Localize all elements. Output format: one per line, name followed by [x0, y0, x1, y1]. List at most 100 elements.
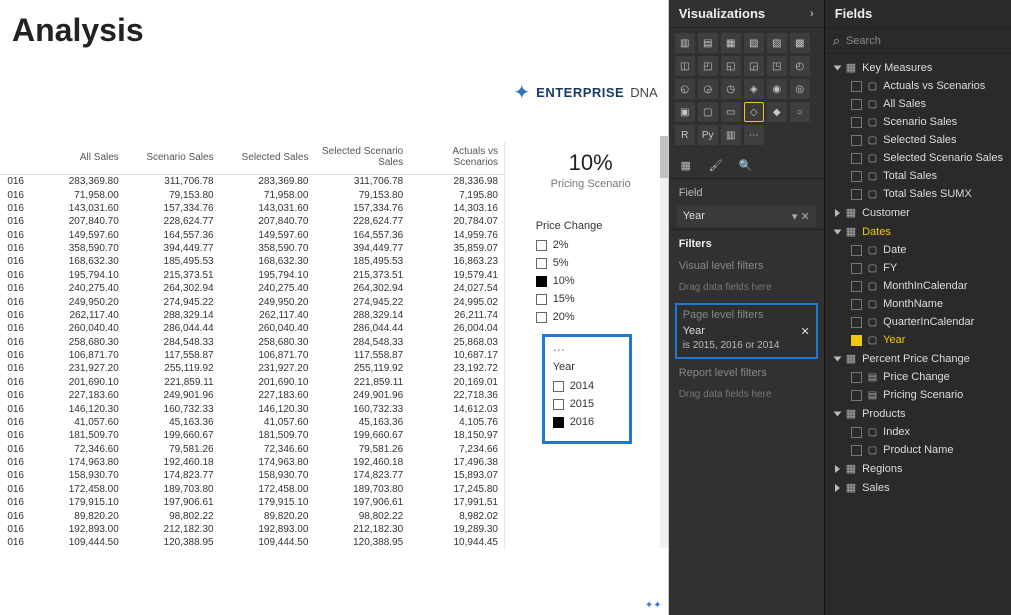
- table-row[interactable]: 016174,963.80192,460.18174,963.80192,460…: [0, 456, 504, 469]
- year-slicer[interactable]: Year 201420152016: [542, 334, 632, 444]
- expand-icon[interactable]: [835, 484, 840, 492]
- column-header[interactable]: Actuals vs Scenarios: [409, 142, 504, 175]
- expand-icon[interactable]: [835, 465, 840, 473]
- table-row[interactable]: 016146,120.30160,732.33146,120.30160,732…: [0, 402, 504, 415]
- price-change-slicer[interactable]: Price Change 2%5%10%15%20%: [536, 220, 646, 326]
- viz-type-icon[interactable]: R: [675, 125, 695, 145]
- field-node[interactable]: Date: [825, 241, 1011, 259]
- viz-type-icon[interactable]: ◈: [744, 79, 764, 99]
- price-option[interactable]: 5%: [536, 254, 646, 272]
- scrollbar[interactable]: [660, 136, 668, 548]
- table-row[interactable]: 016192,893.00212,182.30192,893.00212,182…: [0, 523, 504, 536]
- field-node[interactable]: MonthInCalendar: [825, 277, 1011, 295]
- column-header[interactable]: Selected Scenario Sales: [314, 142, 409, 175]
- viz-type-icon[interactable]: ◆: [767, 102, 787, 122]
- viz-type-icon[interactable]: ▥: [721, 125, 741, 145]
- field-node[interactable]: All Sales: [825, 95, 1011, 113]
- table-row[interactable]: 016168,632.30185,495.53168,632.30185,495…: [0, 255, 504, 268]
- table-row[interactable]: 016227,183.60249,901.96227,183.60249,901…: [0, 389, 504, 402]
- price-option[interactable]: 2%: [536, 236, 646, 254]
- field-checkbox[interactable]: [851, 427, 862, 438]
- viz-type-icon[interactable]: ◲: [744, 56, 764, 76]
- table-row[interactable]: 016249,950.20274,945.22249,950.20274,945…: [0, 295, 504, 308]
- field-node[interactable]: Selected Scenario Sales: [825, 149, 1011, 167]
- table-row[interactable]: 016143,031.60157,334.76143,031.60157,334…: [0, 202, 504, 215]
- checkbox-icon[interactable]: [536, 258, 547, 269]
- table-node[interactable]: Regions: [825, 459, 1011, 478]
- field-checkbox[interactable]: [851, 245, 862, 256]
- remove-filter-icon[interactable]: ✕: [800, 325, 809, 338]
- table-row[interactable]: 016109,444.50120,388.95109,444.50120,388…: [0, 536, 504, 549]
- checkbox-icon[interactable]: [536, 276, 547, 287]
- table-row[interactable]: 016195,794.10215,373.51195,794.10215,373…: [0, 269, 504, 282]
- page-level-filters[interactable]: Page level filters Year✕ is 2015, 2016 o…: [675, 303, 818, 359]
- table-row[interactable]: 01671,958.0079,153.8071,958.0079,153.807…: [0, 188, 504, 201]
- field-checkbox[interactable]: [851, 299, 862, 310]
- field-checkbox[interactable]: [851, 281, 862, 292]
- field-pill-year[interactable]: Year ▾ ✕: [677, 205, 816, 227]
- table-node[interactable]: Customer: [825, 203, 1011, 222]
- fields-tab-icon[interactable]: ▦: [677, 156, 695, 174]
- table-row[interactable]: 016231,927.20255,119.92231,927.20255,119…: [0, 362, 504, 375]
- table-row[interactable]: 016207,840.70228,624.77207,840.70228,624…: [0, 215, 504, 228]
- table-row[interactable]: 016106,871.70117,558.87106,871.70117,558…: [0, 349, 504, 362]
- field-checkbox[interactable]: [851, 335, 862, 346]
- field-node[interactable]: Pricing Scenario: [825, 386, 1011, 404]
- table-node[interactable]: Dates: [825, 222, 1011, 241]
- table-row[interactable]: 016172,458.00189,703.80172,458.00189,703…: [0, 483, 504, 496]
- table-node[interactable]: Key Measures: [825, 58, 1011, 77]
- viz-type-icon[interactable]: ▭: [721, 102, 741, 122]
- viz-type-icon[interactable]: ▨: [767, 33, 787, 53]
- page-filter-field[interactable]: Year: [683, 325, 705, 338]
- drop-zone-report[interactable]: Drag data fields here: [669, 383, 824, 406]
- table-row[interactable]: 016262,117.40288,329.14262,117.40288,329…: [0, 309, 504, 322]
- table-node[interactable]: Percent Price Change: [825, 349, 1011, 368]
- drop-zone-visual[interactable]: Drag data fields here: [669, 276, 824, 299]
- data-table[interactable]: All SalesScenario SalesSelected SalesSel…: [0, 142, 505, 550]
- viz-type-icon[interactable]: ◫: [675, 56, 695, 76]
- viz-type-icon[interactable]: ▣: [675, 102, 695, 122]
- field-node[interactable]: QuarterInCalendar: [825, 313, 1011, 331]
- viz-type-icon[interactable]: ◰: [698, 56, 718, 76]
- viz-type-icon[interactable]: ◶: [698, 79, 718, 99]
- viz-type-icon[interactable]: ▦: [721, 33, 741, 53]
- viz-type-icon[interactable]: ⋯: [744, 125, 764, 145]
- field-node[interactable]: Product Name: [825, 441, 1011, 459]
- table-row[interactable]: 016258,680.30284,548.33258,680.30284,548…: [0, 336, 504, 349]
- field-node[interactable]: Price Change: [825, 368, 1011, 386]
- field-checkbox[interactable]: [851, 99, 862, 110]
- fields-tree[interactable]: Key MeasuresActuals vs ScenariosAll Sale…: [825, 54, 1011, 501]
- table-row[interactable]: 016260,040.40286,044.44260,040.40286,044…: [0, 322, 504, 335]
- viz-type-icon[interactable]: ▤: [698, 33, 718, 53]
- viz-type-icon[interactable]: ◎: [790, 79, 810, 99]
- fields-search[interactable]: ⌕ Search: [825, 28, 1011, 54]
- analytics-tab-icon[interactable]: 🔍: [737, 156, 755, 174]
- field-node[interactable]: Scenario Sales: [825, 113, 1011, 131]
- table-row[interactable]: 01672,346.6079,581.2672,346.6079,581.267…: [0, 443, 504, 456]
- field-node[interactable]: Total Sales: [825, 167, 1011, 185]
- table-row[interactable]: 016240,275.40264,302.94240,275.40264,302…: [0, 282, 504, 295]
- column-header[interactable]: [0, 142, 30, 175]
- viz-type-icon[interactable]: ◵: [675, 79, 695, 99]
- field-checkbox[interactable]: [851, 171, 862, 182]
- table-row[interactable]: 01641,057.6045,163.3641,057.6045,163.364…: [0, 416, 504, 429]
- year-option[interactable]: 2015: [553, 395, 621, 413]
- checkbox-icon[interactable]: [536, 240, 547, 251]
- expand-icon[interactable]: [833, 411, 841, 416]
- expand-icon[interactable]: [833, 229, 841, 234]
- column-header[interactable]: Scenario Sales: [125, 142, 220, 175]
- field-node[interactable]: Actuals vs Scenarios: [825, 77, 1011, 95]
- table-row[interactable]: 01689,820.2098,802.2289,820.2098,802.228…: [0, 509, 504, 522]
- viz-icon-gallery[interactable]: ▥▤▦▧▨▩◫◰◱◲◳◴◵◶◷◈◉◎▣▢▭◇◆○RPy▥⋯: [669, 28, 824, 150]
- checkbox-icon[interactable]: [553, 417, 564, 428]
- expand-icon[interactable]: [833, 356, 841, 361]
- field-checkbox[interactable]: [851, 153, 862, 164]
- viz-type-icon[interactable]: ▧: [744, 33, 764, 53]
- table-row[interactable]: 016179,915.10197,906.61179,915.10197,906…: [0, 496, 504, 509]
- table-row[interactable]: 016201,690.10221,859.11201,690.10221,859…: [0, 376, 504, 389]
- field-checkbox[interactable]: [851, 263, 862, 274]
- checkbox-icon[interactable]: [553, 381, 564, 392]
- checkbox-icon[interactable]: [536, 312, 547, 323]
- price-option[interactable]: 15%: [536, 290, 646, 308]
- field-checkbox[interactable]: [851, 372, 862, 383]
